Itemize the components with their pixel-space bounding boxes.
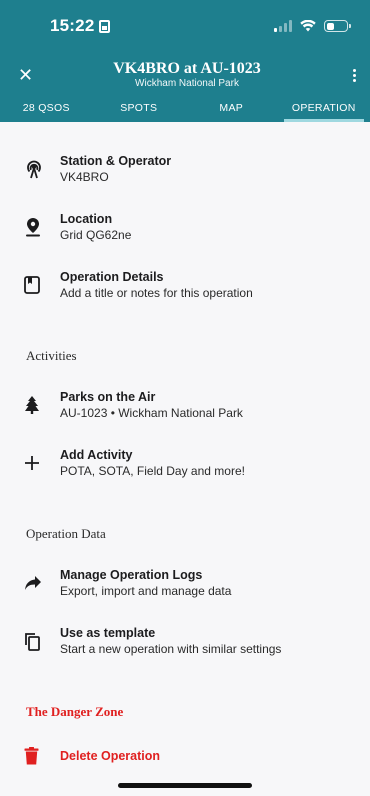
trash-icon xyxy=(24,747,60,765)
status-time: 15:22 xyxy=(50,16,111,36)
antenna-icon xyxy=(24,159,60,179)
tab-map[interactable]: MAP xyxy=(185,98,278,122)
use-template-item[interactable]: Use as template Start a new operation wi… xyxy=(0,612,370,670)
operation-content: Station & Operator VK4BRO Location Grid … xyxy=(0,122,370,780)
close-icon[interactable]: ✕ xyxy=(18,65,42,86)
station-operator-item[interactable]: Station & Operator VK4BRO xyxy=(0,140,370,198)
location-pin-icon xyxy=(24,217,60,237)
section-operation-data: Operation Data xyxy=(26,526,106,541)
plus-icon xyxy=(24,455,60,471)
page-title: VK4BRO at AU-1023 xyxy=(113,60,261,77)
pota-activity-item[interactable]: Parks on the Air AU-1023 • Wickham Natio… xyxy=(0,376,370,434)
app-header: 15:22 ✕ VK4BRO at AU-1023 Wickham Nation… xyxy=(0,0,370,122)
tab-bar: 28 QSOS SPOTS MAP OPERATION xyxy=(0,98,370,122)
battery-icon xyxy=(324,20,351,32)
page-subtitle: Wickham National Park xyxy=(135,78,239,89)
home-indicator[interactable] xyxy=(118,783,252,788)
copy-icon xyxy=(24,632,60,651)
section-danger-zone: The Danger Zone xyxy=(26,704,124,719)
wifi-icon xyxy=(300,20,316,32)
signal-icon xyxy=(274,20,292,32)
add-activity-item[interactable]: Add Activity POTA, SOTA, Field Day and m… xyxy=(0,434,370,492)
bookmark-note-icon xyxy=(24,276,60,294)
tab-qsos[interactable]: 28 QSOS xyxy=(0,98,93,122)
sim-card-icon xyxy=(99,19,111,33)
tree-icon xyxy=(24,395,60,415)
delete-operation-button[interactable]: Delete Operation xyxy=(0,732,370,780)
location-item[interactable]: Location Grid QG62ne xyxy=(0,198,370,256)
status-bar: 15:22 xyxy=(0,0,370,52)
status-icons xyxy=(274,20,351,32)
section-activities: Activities xyxy=(26,348,77,363)
title-block: VK4BRO at AU-1023 Wickham National Park xyxy=(42,60,332,90)
operation-details-item[interactable]: Operation Details Add a title or notes f… xyxy=(0,256,370,314)
manage-logs-item[interactable]: Manage Operation Logs Export, import and… xyxy=(0,554,370,612)
more-options-icon[interactable] xyxy=(332,68,356,82)
app-bar: ✕ VK4BRO at AU-1023 Wickham National Par… xyxy=(0,52,370,98)
tab-spots[interactable]: SPOTS xyxy=(93,98,186,122)
share-arrow-icon xyxy=(24,575,60,591)
tab-operation[interactable]: OPERATION xyxy=(278,98,370,122)
